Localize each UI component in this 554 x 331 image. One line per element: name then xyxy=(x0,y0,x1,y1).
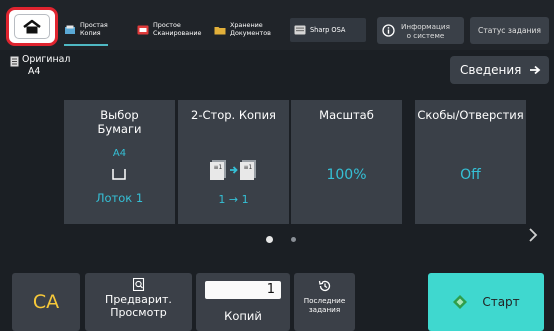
start-label: Старт xyxy=(482,295,520,309)
zoom-value: 100% xyxy=(326,167,367,183)
sharp-osa-icon xyxy=(294,25,306,35)
arrow-right-icon xyxy=(530,65,541,75)
job-status-button[interactable]: Статус задания xyxy=(470,17,549,44)
details-button[interactable]: Сведения xyxy=(450,56,549,84)
preview-button[interactable]: Предварит. Просмотр xyxy=(85,273,192,331)
folder-icon xyxy=(214,26,226,34)
zoom-title: Масштаб xyxy=(319,108,374,122)
system-info-line1: Информация xyxy=(401,21,450,31)
duplex-copy-title: 2-Стор. Копия xyxy=(191,108,276,122)
paper-select-card[interactable]: Выбор Бумаги A4 Лоток 1 xyxy=(64,100,175,224)
clear-all-button[interactable]: CA xyxy=(12,273,80,331)
staple-punch-title: Скобы/Отверстия xyxy=(417,108,524,122)
recent-jobs-button[interactable]: Последние задания xyxy=(294,273,355,331)
svg-text:≡1: ≡1 xyxy=(214,164,223,171)
start-diamond-icon xyxy=(453,295,468,309)
home-button[interactable] xyxy=(14,14,50,39)
paper-size: A4 xyxy=(112,148,127,159)
original-label: Оригинал xyxy=(22,54,71,65)
staple-punch-card[interactable]: Скобы/Отверстия Off xyxy=(415,100,526,224)
paper-tray: Лоток 1 xyxy=(95,191,144,205)
paper-select-title2: Бумаги xyxy=(97,122,142,136)
svg-text:≡1: ≡1 xyxy=(244,164,253,171)
original-value: A4 xyxy=(28,66,41,77)
original-info[interactable]: Оригинал A4 xyxy=(10,54,70,84)
sharp-osa-label: Sharp OSA xyxy=(310,26,346,34)
page-dot-2[interactable] xyxy=(291,237,296,242)
history-icon xyxy=(318,280,330,292)
staple-punch-value: Off xyxy=(460,167,481,183)
sharp-osa-button[interactable]: Sharp OSA xyxy=(290,18,366,42)
tab-simple-scan[interactable]: Простое Сканирование xyxy=(137,17,201,42)
home-button-highlight xyxy=(6,7,58,46)
paper-tray-icon xyxy=(112,169,126,180)
chevron-right-icon[interactable] xyxy=(526,228,540,242)
system-info-button[interactable]: Информация о системе xyxy=(377,17,464,44)
recent-jobs-line1: Последние xyxy=(303,296,346,305)
tab-simple-copy[interactable]: Простая Копия xyxy=(64,17,108,46)
details-label: Сведения xyxy=(460,63,522,77)
document-icon xyxy=(10,56,19,67)
duplex-mode: 1 → 1 xyxy=(218,193,249,206)
preview-icon xyxy=(132,278,144,291)
copies-control[interactable]: 1 Копий xyxy=(196,273,290,331)
preview-line2: Просмотр xyxy=(110,306,167,319)
tab-simple-scan-line2: Сканирование xyxy=(153,28,202,37)
copies-label: Копий xyxy=(224,309,262,323)
system-info-line2: о системе xyxy=(406,30,445,40)
duplex-copy-card[interactable]: 2-Стор. Копия ≡1 ≡1 1 → 1 xyxy=(178,100,289,224)
copy-icon xyxy=(65,25,75,34)
preview-line1: Предварит. xyxy=(105,293,172,306)
recent-jobs-line2: задания xyxy=(308,305,341,314)
duplex-icon: ≡1 ≡1 xyxy=(210,160,256,180)
paper-select-title1: Выбор xyxy=(100,108,139,122)
home-icon xyxy=(23,19,41,33)
page-dot-1[interactable] xyxy=(266,236,273,243)
tab-simple-copy-line2: Копия xyxy=(80,28,101,37)
scan-icon xyxy=(137,25,149,34)
start-button[interactable]: Старт xyxy=(428,273,544,331)
tab-document-filing[interactable]: Хранение Документов xyxy=(214,17,271,42)
tab-document-filing-line2: Документов xyxy=(230,28,271,37)
zoom-card[interactable]: Масштаб 100% xyxy=(291,100,402,224)
copies-input[interactable]: 1 xyxy=(205,281,281,299)
info-icon xyxy=(382,24,395,37)
